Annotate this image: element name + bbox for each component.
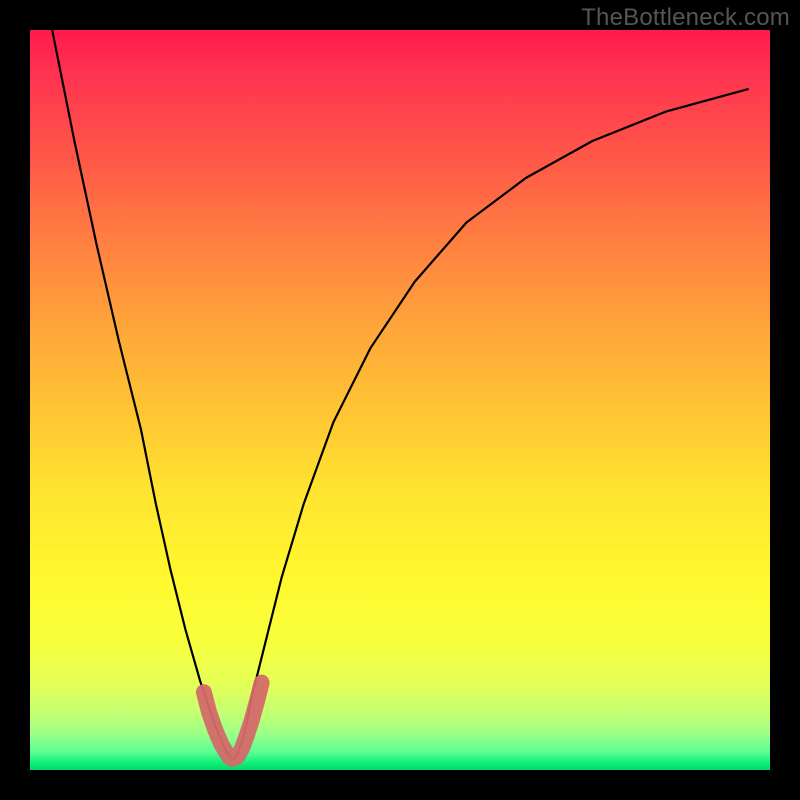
plot-area xyxy=(30,30,770,770)
bottleneck-curve xyxy=(52,30,748,759)
chart-svg xyxy=(30,30,770,770)
watermark-text: TheBottleneck.com xyxy=(581,4,790,32)
highlight-segment xyxy=(204,683,262,759)
